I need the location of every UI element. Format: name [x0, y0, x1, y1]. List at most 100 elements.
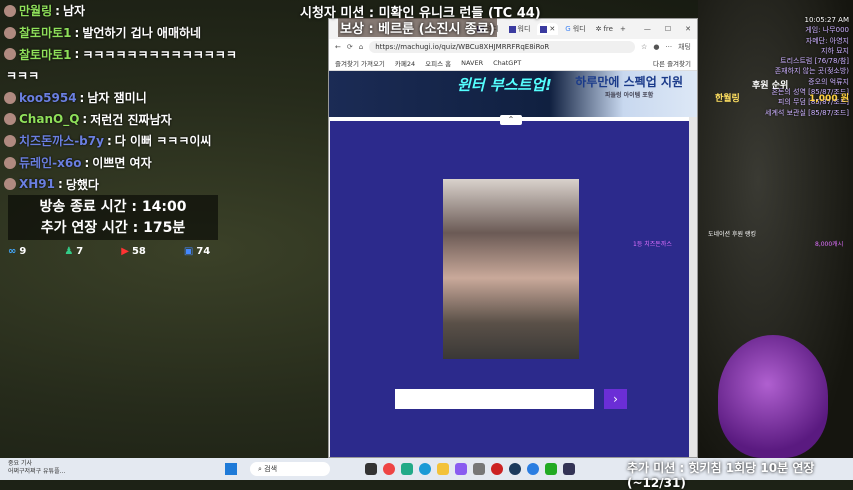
- gear-icon: ✲: [595, 25, 602, 33]
- bookmark[interactable]: 오피스 홈: [425, 58, 451, 68]
- bookmark[interactable]: 카페24: [395, 58, 415, 68]
- rank-row: 한월링 1,000 원: [705, 91, 853, 104]
- browser-window: 워디 워디 ✕ G워디 ✲fre + — ☐ ✕ ← ⟳ ⌂ https://m…: [328, 18, 698, 458]
- app-icon[interactable]: [491, 463, 503, 475]
- game-info-line: 세계석 보관실 [85/87/조드]: [765, 108, 849, 117]
- taskbar-apps: [365, 463, 575, 475]
- favorite-icon[interactable]: ☆: [641, 43, 647, 51]
- donation-amount: 8,000캐시: [815, 241, 844, 248]
- home-icon[interactable]: ⌂: [359, 43, 363, 51]
- chat-text: 남자: [62, 4, 86, 19]
- profile-icon[interactable]: ●: [653, 43, 659, 51]
- app-icon[interactable]: [545, 463, 557, 475]
- avatar-icon: [4, 178, 16, 191]
- ad-right: 하루만에 스펙업 지원 파들렁 아이템 포함: [575, 75, 683, 99]
- donation-first: 1등 치즈돈까스: [633, 241, 672, 248]
- chat-text: 다 이뻐 ㅋㅋㅋ이씨: [114, 134, 212, 149]
- tab-active[interactable]: ✕: [537, 23, 559, 35]
- rank-name: 한월링: [715, 94, 740, 104]
- chat-message: ChanO_Q: 저런건 진짜남자: [4, 108, 304, 130]
- bookmark[interactable]: ChatGPT: [493, 59, 521, 67]
- address-bar-row: ← ⟳ ⌂ https://machugi.io/quiz/WBCu8XHJMR…: [329, 39, 697, 55]
- answer-input[interactable]: [395, 389, 594, 409]
- stat-person: ♟ 7: [64, 246, 84, 257]
- bookmark[interactable]: 즐겨찾기 가져오기: [335, 58, 385, 68]
- app-icon[interactable]: [473, 463, 485, 475]
- avatar-icon: [4, 134, 16, 147]
- app-icon[interactable]: [455, 463, 467, 475]
- game-info-line: 게임: 나무000: [805, 26, 849, 35]
- clock: 10:05:27 AM: [804, 16, 850, 24]
- chat-overlay: 만월링: 남자 찰토마토1: 발언하기 겁나 애매하네 찰토마토1: ㅋㅋㅋㅋㅋㅋㅋㅋㅋㅋ…: [4, 0, 304, 195]
- game-info-line: 트리스트럼 [76/78/참]: [780, 57, 849, 66]
- quiz-page: ⌃ ›: [330, 115, 690, 457]
- window-close-button[interactable]: ✕: [685, 25, 691, 33]
- scrollbar[interactable]: [689, 117, 697, 457]
- google-icon: G: [565, 25, 571, 33]
- steam-icon[interactable]: [509, 463, 521, 475]
- bookmark[interactable]: NAVER: [461, 59, 483, 67]
- chrome-icon[interactable]: [383, 463, 395, 475]
- bookmarks-bar: 즐겨찾기 가져오기 카페24 오피스 홈 NAVER ChatGPT 다른 즐겨…: [329, 55, 697, 71]
- app-icon[interactable]: [365, 463, 377, 475]
- back-icon[interactable]: ←: [335, 43, 341, 51]
- app-icon[interactable]: [563, 463, 575, 475]
- avatar-icon: [4, 4, 16, 17]
- chat-message: koo5954: 남자 잼미니: [4, 87, 304, 109]
- ad-banner[interactable]: 윈터 부스트업! 하루만에 스펙업 지원 파들렁 아이템 포함: [329, 71, 697, 117]
- chat-separator: :: [84, 155, 90, 170]
- submit-button[interactable]: ›: [604, 389, 627, 409]
- chat-separator: :: [55, 3, 60, 18]
- chat-message: 만월링: 남자: [4, 0, 304, 22]
- maximize-button[interactable]: ☐: [665, 25, 671, 33]
- chat-text: 남자 잼미니: [87, 91, 147, 106]
- folder-icon[interactable]: [437, 463, 449, 475]
- edge-icon[interactable]: [419, 463, 431, 475]
- chat-nickname: koo5954: [19, 90, 77, 105]
- avatar-icon: [4, 91, 16, 104]
- chat-nickname: 듀레인-x6o: [19, 156, 82, 171]
- avatar-icon: [4, 113, 16, 126]
- broadcast-time-box: 방송 종료 시간 : 14:00 추가 연장 시간 : 175분: [8, 195, 218, 240]
- chat-text: 이쁘면 여자: [92, 156, 152, 171]
- quiz-image: [443, 179, 579, 359]
- app-icon[interactable]: [401, 463, 413, 475]
- avatar-icon: [4, 156, 16, 169]
- close-icon[interactable]: ✕: [549, 25, 555, 33]
- taskbar-search[interactable]: ⌕ 검색: [250, 462, 330, 476]
- new-tab-button[interactable]: +: [620, 25, 626, 33]
- chat-message: 치즈돈까스-b7y: 다 이뻐 ㅋㅋㅋ이씨: [4, 130, 304, 152]
- stat-youtube: ▶ 58: [121, 246, 146, 257]
- app-icon[interactable]: [527, 463, 539, 475]
- tab[interactable]: ✲ fre: [593, 23, 616, 35]
- chat-nickname: ChanO_Q: [19, 112, 80, 127]
- url-input[interactable]: https://machugi.io/quiz/WBCu8XHJMRRFRqE8…: [369, 41, 636, 53]
- game-info-line: 지하 묘지: [821, 46, 849, 55]
- tab[interactable]: 워디: [506, 22, 534, 36]
- chat-separator: :: [106, 133, 112, 148]
- avatar-icon: [4, 26, 16, 39]
- tab[interactable]: G 워디: [562, 22, 588, 36]
- broadcast-end-time: 방송 종료 시간 : 14:00: [39, 199, 187, 215]
- collapse-button[interactable]: ⌃: [500, 115, 522, 125]
- chat-separator: :: [74, 25, 80, 40]
- game-info-line: 자메단: 아영지: [805, 36, 849, 45]
- chat-separator: :: [74, 47, 80, 62]
- youtube-icon: ▶: [121, 246, 129, 257]
- copilot-button[interactable]: 채팅: [678, 42, 691, 52]
- more-icon[interactable]: ···: [665, 43, 672, 51]
- link-icon: ∞: [8, 246, 17, 257]
- chat-text: 당했다: [65, 177, 99, 192]
- chat-text: ㅋㅋㅋ: [6, 69, 40, 84]
- windows-start-icon[interactable]: [225, 463, 237, 475]
- minimize-button[interactable]: —: [644, 25, 651, 33]
- other-bookmarks[interactable]: 다른 즐겨찾기: [653, 58, 691, 68]
- chat-message: XH91: 당했다: [4, 174, 304, 196]
- refresh-icon[interactable]: ⟳: [347, 43, 353, 51]
- stat-chat: ▣ 74: [183, 246, 211, 257]
- chat-icon: ▣: [183, 246, 194, 257]
- game-info-line: 존재하지 않는 곳(젖소방): [774, 67, 849, 76]
- news-widget[interactable]: 중요 기사 어쩌구저쩌구 유튜플...: [8, 460, 65, 476]
- chat-separator: :: [79, 90, 85, 105]
- chat-nickname: 찰토마토1: [19, 26, 72, 41]
